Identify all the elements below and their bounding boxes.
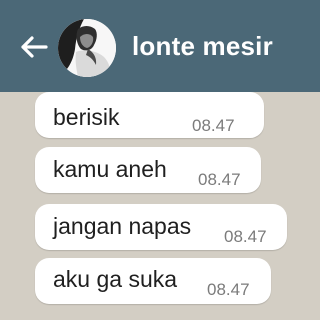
arrow-left-icon [21, 36, 48, 58]
message-text: jangan napas [53, 213, 192, 239]
message-text: kamu aneh [53, 156, 167, 182]
message-bubble[interactable]: aku ga suka 08.47 [35, 258, 271, 304]
message-text: berisik [53, 104, 120, 130]
message-text: aku ga suka [53, 266, 178, 292]
message-bubble[interactable]: jangan napas 08.47 [35, 204, 287, 250]
message-bubble[interactable]: berisik 08.47 [35, 92, 264, 138]
message-time: 08.47 [198, 170, 241, 189]
message-bubble[interactable]: kamu aneh 08.47 [35, 147, 261, 193]
chat-screen: lonte mesir berisik 08.47 kamu aneh 08.4… [0, 0, 320, 320]
message-time: 08.47 [224, 227, 267, 246]
message-list: berisik 08.47 kamu aneh 08.47 jangan nap… [0, 92, 320, 320]
message-time: 08.47 [207, 280, 250, 299]
contact-avatar[interactable] [58, 19, 116, 77]
message-time: 08.47 [192, 116, 235, 135]
chat-header: lonte mesir [0, 0, 320, 92]
contact-name[interactable]: lonte mesir [132, 31, 273, 62]
avatar-photo [58, 19, 116, 77]
back-button[interactable] [17, 30, 51, 64]
